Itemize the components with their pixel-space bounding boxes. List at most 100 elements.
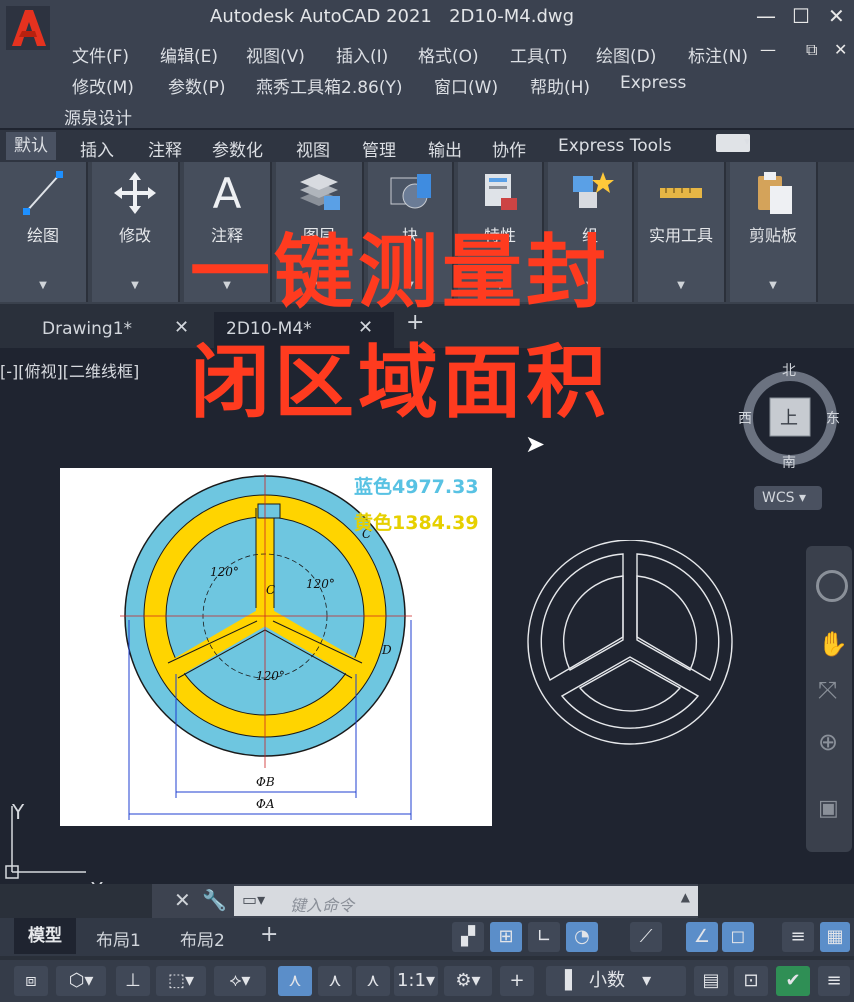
maximize-icon[interactable]: ☐ <box>792 4 810 28</box>
chevron-down-icon[interactable]: ▼ <box>0 280 86 291</box>
panel-utilities[interactable]: 实用工具 ▼ <box>638 162 726 302</box>
reference-image[interactable]: 120° 120° 120° C C D ΦB ΦA 蓝色4977.33 黄色1… <box>60 468 492 826</box>
wcs-dropdown[interactable]: WCS ▾ <box>754 486 822 510</box>
add-layout-button[interactable]: + <box>260 922 278 947</box>
doc-close-icon[interactable]: ✕ <box>834 40 847 59</box>
viewcube-top-face[interactable]: 上 <box>780 404 798 430</box>
angle-label: 120° <box>256 669 285 683</box>
tab-annotate[interactable]: 注释 <box>148 136 182 161</box>
annotation-scale-icon[interactable]: ⋏ <box>356 966 390 996</box>
zoom-icon[interactable]: ⤧ <box>818 676 837 704</box>
wheel-outline-drawing[interactable] <box>520 540 740 750</box>
close-icon[interactable]: ✕ <box>174 888 191 912</box>
workspace-gear-icon[interactable]: ⚙▾ <box>444 966 492 996</box>
tab-insert[interactable]: 插入 <box>80 136 114 161</box>
menu-dimension[interactable]: 标注(N) <box>688 42 748 67</box>
doc-tab-drawing1[interactable]: Drawing1* ✕ <box>30 312 210 348</box>
selection-filter-icon[interactable]: ⬚▾ <box>156 966 206 996</box>
gizmo-icon[interactable]: ⟡▾ <box>214 966 266 996</box>
lineweight-icon[interactable]: ≡ <box>782 922 814 952</box>
layout-tab-2[interactable]: 布局2 <box>180 926 225 951</box>
command-input[interactable]: ▭▾ 键入命令 ▲ <box>234 886 698 916</box>
menu-parametric[interactable]: 参数(P) <box>168 73 226 98</box>
annotation-scale-dropdown[interactable]: 1:1▾ <box>394 966 438 996</box>
blue-area-label: 蓝色4977.33 <box>354 476 479 498</box>
isolate-objects-icon[interactable]: ✔ <box>776 966 810 996</box>
dynamic-ucs-icon[interactable]: ⊥ <box>116 966 150 996</box>
menu-view[interactable]: 视图(V) <box>246 42 305 67</box>
object-snap-icon[interactable]: ◻ <box>722 922 754 952</box>
chevron-up-icon[interactable]: ▲ <box>681 890 690 904</box>
compass-north[interactable]: 北 <box>782 360 796 380</box>
yellow-area-label: 黄色1384.39 <box>354 512 479 534</box>
model-space-icon[interactable]: ▞ <box>452 922 484 952</box>
panel-clipboard[interactable]: 剪贴板 ▼ <box>730 162 818 302</box>
drawing-viewport[interactable]: [-][俯视][二维线框] 120° 120° 120° C C D ΦB ΦA… <box>0 226 854 902</box>
3d-osnap-icon[interactable]: ⬡▾ <box>56 966 106 996</box>
tab-express-tools[interactable]: Express Tools <box>558 136 672 156</box>
autocad-logo[interactable] <box>6 6 50 50</box>
tab-output[interactable]: 输出 <box>428 136 462 161</box>
close-icon[interactable]: ✕ <box>174 317 189 338</box>
menu-tools[interactable]: 工具(T) <box>510 42 568 67</box>
minimize-icon[interactable]: — <box>756 4 776 28</box>
panel-draw[interactable]: 绘图 ▼ <box>0 162 88 302</box>
chevron-down-icon[interactable]: ▾ <box>744 134 750 148</box>
pan-icon[interactable]: ✋ <box>818 630 848 658</box>
steeringwheel-icon[interactable] <box>816 570 848 602</box>
units-dropdown[interactable]: ▐ 小数 ▾ <box>546 966 686 996</box>
menu-help[interactable]: 帮助(H) <box>530 73 590 98</box>
angle-label: 120° <box>306 577 335 591</box>
command-history-icon[interactable]: ▭▾ <box>242 890 265 909</box>
dim-label: C <box>266 583 275 597</box>
plus-icon[interactable]: + <box>500 966 534 996</box>
panel-modify[interactable]: 修改 ▼ <box>92 162 180 302</box>
viewport-controls-label[interactable]: [-][俯视][二维线框] <box>0 358 139 382</box>
customization-menu-icon[interactable]: ≡ <box>818 966 850 996</box>
chevron-down-icon[interactable]: ▼ <box>92 280 178 291</box>
doc-restore-icon[interactable]: ⧉ <box>806 40 817 60</box>
close-icon[interactable]: ✕ <box>828 4 845 28</box>
menu-yanxiu-toolbox[interactable]: 燕秀工具箱2.86(Y) <box>256 73 403 98</box>
auto-scale-icon[interactable]: ⋏ <box>318 966 352 996</box>
chevron-down-icon[interactable]: ▼ <box>730 280 816 291</box>
menu-modify[interactable]: 修改(M) <box>72 73 134 98</box>
compass-west[interactable]: 西 <box>738 408 752 428</box>
menu-window[interactable]: 窗口(W) <box>434 73 498 98</box>
osnap-track-icon[interactable]: ⟋ <box>630 922 662 952</box>
layout-tab-1[interactable]: 布局1 <box>96 926 141 951</box>
isodraft-icon[interactable]: ∠ <box>686 922 718 952</box>
tab-view[interactable]: 视图 <box>296 136 330 161</box>
transparency-icon[interactable]: ▦ <box>820 922 850 952</box>
selection-cycling-icon[interactable]: ⧈ <box>14 966 48 996</box>
diameter-a-label: ΦA <box>256 797 275 811</box>
showmotion-icon[interactable]: ▣ <box>818 796 839 821</box>
lock-ui-icon[interactable]: ⊡ <box>734 966 768 996</box>
compass-south[interactable]: 南 <box>782 452 796 472</box>
menu-yuanquan[interactable]: 源泉设计 <box>64 104 132 129</box>
command-line[interactable]: ✕ 🔧 ▭▾ 键入命令 ▲ <box>152 884 698 918</box>
tab-default[interactable]: 默认 <box>6 132 56 160</box>
menu-file[interactable]: 文件(F) <box>72 42 129 67</box>
menu-draw[interactable]: 绘图(D) <box>596 42 656 67</box>
compass-east[interactable]: 东 <box>826 408 840 428</box>
menu-edit[interactable]: 编辑(E) <box>160 42 218 67</box>
snap-icon[interactable]: ∟ <box>528 922 560 952</box>
doc-minimize-icon[interactable]: — <box>760 40 776 59</box>
menu-format[interactable]: 格式(O) <box>418 42 479 67</box>
layout-tab-model[interactable]: 模型 <box>14 918 76 954</box>
tab-manage[interactable]: 管理 <box>362 136 396 161</box>
menu-express[interactable]: Express <box>620 73 686 93</box>
menu-insert[interactable]: 插入(I) <box>336 42 388 67</box>
quick-properties-icon[interactable]: ▤ <box>694 966 728 996</box>
title-bar: Autodesk AutoCAD 2021 2D10-M4.dwg — ☐ ✕ … <box>0 0 854 129</box>
orbit-icon[interactable]: ⊕ <box>818 728 838 756</box>
tab-parametric[interactable]: 参数化 <box>212 136 263 161</box>
grid-icon[interactable]: ⊞ <box>490 922 522 952</box>
tab-collaborate[interactable]: 协作 <box>492 136 526 161</box>
wrench-icon[interactable]: 🔧 <box>202 888 227 912</box>
annotation-visibility-icon[interactable]: ⋏ <box>278 966 312 996</box>
polar-icon[interactable]: ◔ <box>566 922 598 952</box>
paste-icon <box>758 172 792 214</box>
chevron-down-icon[interactable]: ▼ <box>638 280 724 291</box>
